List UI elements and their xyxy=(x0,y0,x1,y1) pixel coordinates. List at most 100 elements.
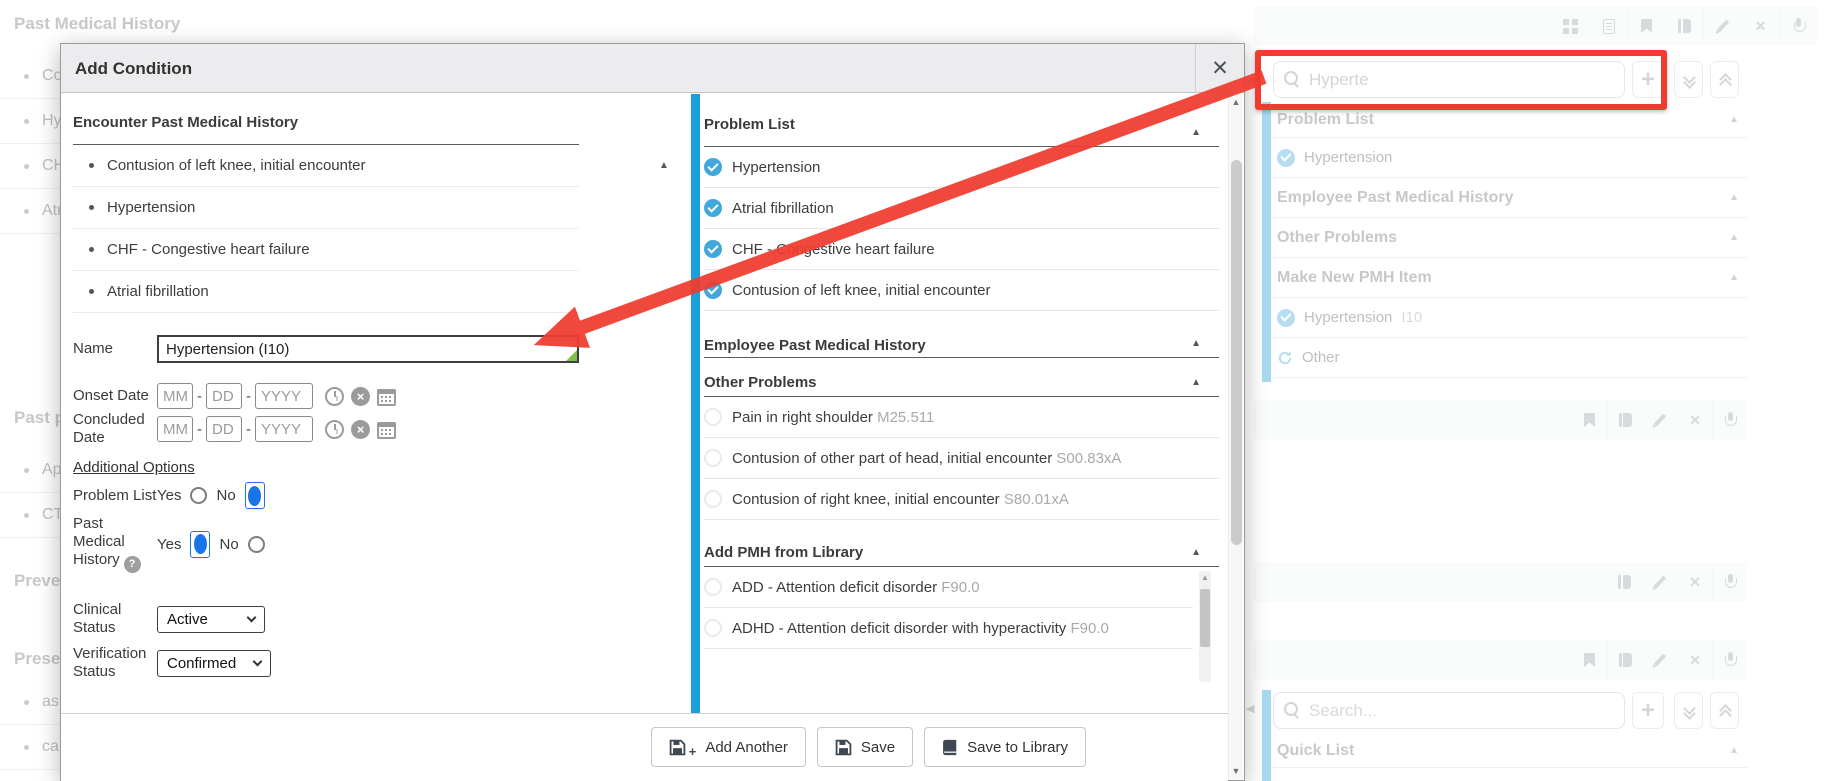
clinical-status-label: Clinical Status xyxy=(73,601,157,637)
encounter-pmh-column: Encounter Past Medical History Contusion… xyxy=(73,94,579,681)
chevron-down-icon xyxy=(253,657,263,667)
other-problem-item[interactable]: Contusion of other part of head, initial… xyxy=(704,438,1219,479)
collapse-caret-icon[interactable]: ▲ xyxy=(1191,338,1201,349)
clinical-status-select[interactable]: Active xyxy=(157,606,265,633)
bullet-icon xyxy=(89,247,94,252)
annotation-highlight-box xyxy=(1255,50,1667,110)
add-another-button[interactable]: + Add Another xyxy=(651,727,806,767)
problem-list-header: Problem List▲ xyxy=(704,94,1219,147)
collapse-caret-icon[interactable]: ▲ xyxy=(1191,377,1201,388)
modal-scrollbar[interactable]: ▲ ▼ xyxy=(1228,94,1243,780)
encounter-pmh-item[interactable]: CHF - Congestive heart failure xyxy=(73,229,579,271)
collapse-caret-icon[interactable]: ▲ xyxy=(1191,127,1201,138)
concluded-day-input[interactable]: DD xyxy=(206,416,242,442)
empty-circle-icon xyxy=(704,408,722,426)
onset-date-row: Onset Date MM- DD- YYYY × xyxy=(73,383,579,409)
verification-status-select[interactable]: Confirmed xyxy=(157,650,271,677)
problem-list-yes-radio[interactable] xyxy=(190,487,207,504)
condition-form: Name Onset Date MM- DD- YYYY xyxy=(73,335,579,681)
name-field-wrap xyxy=(157,335,579,363)
pmh-toggle-row: Past Medical History Yes No xyxy=(73,515,579,573)
name-label: Name xyxy=(73,340,157,358)
other-problem-item[interactable]: Pain in right shoulder M25.511 xyxy=(704,397,1219,438)
book-icon xyxy=(942,739,958,756)
calendar-icon[interactable] xyxy=(377,389,396,406)
check-circle-icon xyxy=(704,199,722,217)
icd-code: S80.01xA xyxy=(1004,491,1069,508)
icd-code: F90.0 xyxy=(1070,620,1108,637)
onset-year-input[interactable]: YYYY xyxy=(255,383,313,409)
empty-circle-icon xyxy=(704,490,722,508)
concluded-date-row: Concluded Date MM- DD- YYYY × xyxy=(73,411,579,447)
empty-circle-icon xyxy=(704,449,722,467)
bullet-icon xyxy=(89,289,94,294)
other-problem-item[interactable]: Contusion of right knee, initial encount… xyxy=(704,479,1219,520)
onset-month-input[interactable]: MM xyxy=(157,383,193,409)
problem-list-item[interactable]: Atrial fibrillation xyxy=(704,188,1219,229)
problem-list-item[interactable]: Hypertension xyxy=(704,147,1219,188)
calendar-icon[interactable] xyxy=(377,422,396,439)
save-icon xyxy=(835,739,852,756)
other-problems-header: Other Problems▲ xyxy=(704,358,1219,397)
check-circle-icon xyxy=(704,240,722,258)
collapse-caret-icon[interactable]: ▲ xyxy=(1191,547,1201,558)
clear-date-icon[interactable]: × xyxy=(351,387,370,406)
scrollbar-thumb[interactable] xyxy=(1231,160,1242,545)
help-icon[interactable] xyxy=(124,556,141,573)
library-list: ADD - Attention deficit disorder F90.0 A… xyxy=(704,567,1219,686)
modal-header: Add Condition ✕ xyxy=(61,44,1244,93)
encounter-pmh-item[interactable]: Contusion of left knee, initial encounte… xyxy=(73,145,579,187)
library-item[interactable]: ADHD - Attention deficit disorder with h… xyxy=(704,608,1193,649)
save-to-library-button[interactable]: Save to Library xyxy=(924,727,1086,767)
modal-close-button[interactable]: ✕ xyxy=(1195,44,1244,93)
empty-circle-icon xyxy=(704,619,722,637)
clear-date-icon[interactable]: × xyxy=(351,420,370,439)
add-condition-modal: Add Condition ✕ ▲ Encounter Past Medical… xyxy=(60,43,1245,781)
scroll-down-icon[interactable]: ▼ xyxy=(1229,766,1243,776)
pmh-label-wrap: Past Medical History xyxy=(73,515,157,573)
name-input[interactable] xyxy=(157,335,579,363)
close-icon: ✕ xyxy=(1211,56,1229,81)
encounter-pmh-item[interactable]: Hypertension xyxy=(73,187,579,229)
onset-date-label: Onset Date xyxy=(73,387,157,405)
bullet-icon xyxy=(89,163,94,168)
problem-list-item[interactable]: Contusion of left knee, initial encounte… xyxy=(704,270,1219,311)
add-pmh-library-header: Add PMH from Library▲ xyxy=(704,520,1219,567)
encounter-pmh-item[interactable]: Atrial fibrillation xyxy=(73,271,579,313)
onset-date-group: MM- DD- YYYY × xyxy=(157,383,396,409)
onset-day-input[interactable]: DD xyxy=(206,383,242,409)
modal-footer: + Add Another Save Save to Library xyxy=(61,713,1228,781)
concluded-date-label: Concluded Date xyxy=(73,411,157,447)
collapse-caret-icon[interactable]: ▲ xyxy=(659,160,669,171)
scrollbar-thumb[interactable] xyxy=(1200,589,1210,647)
clock-icon[interactable] xyxy=(325,420,344,439)
bullet-icon xyxy=(89,205,94,210)
chevron-down-icon xyxy=(247,613,257,623)
concluded-year-input[interactable]: YYYY xyxy=(255,416,313,442)
pmh-radios: Yes No xyxy=(157,531,265,558)
ehr-page: Past Medical History × Con Hyp CHF Atri … xyxy=(0,0,1838,781)
verification-status-label: Verification Status xyxy=(73,645,157,681)
check-circle-icon xyxy=(704,158,722,176)
icd-code: S00.83xA xyxy=(1056,450,1121,467)
scroll-up-icon[interactable]: ▲ xyxy=(1229,97,1243,107)
library-item[interactable]: ADD - Attention deficit disorder F90.0 xyxy=(704,567,1193,608)
problem-list-no-radio[interactable] xyxy=(245,482,265,509)
problem-list-label: Problem List xyxy=(73,487,157,505)
save-button[interactable]: Save xyxy=(817,727,913,767)
problem-list-toggle-row: Problem List Yes No xyxy=(73,482,579,509)
concluded-month-input[interactable]: MM xyxy=(157,416,193,442)
scroll-up-icon: ▲ xyxy=(1199,573,1211,582)
empty-circle-icon xyxy=(704,578,722,596)
pmh-yes-radio[interactable] xyxy=(190,531,210,558)
icd-code: M25.511 xyxy=(877,409,934,426)
clinical-status-row: Clinical Status Active xyxy=(73,601,579,637)
pmh-no-radio[interactable] xyxy=(248,536,265,553)
problem-list-radios: Yes No xyxy=(157,482,265,509)
additional-options-link[interactable]: Additional Options xyxy=(73,459,195,476)
encounter-pmh-header: Encounter Past Medical History xyxy=(73,94,579,145)
problem-list-item[interactable]: CHF - Congestive heart failure xyxy=(704,229,1219,270)
modal-body: ▲ Encounter Past Medical History Contusi… xyxy=(61,94,1244,780)
library-scrollbar[interactable]: ▲ xyxy=(1199,571,1211,682)
clock-icon[interactable] xyxy=(325,387,344,406)
